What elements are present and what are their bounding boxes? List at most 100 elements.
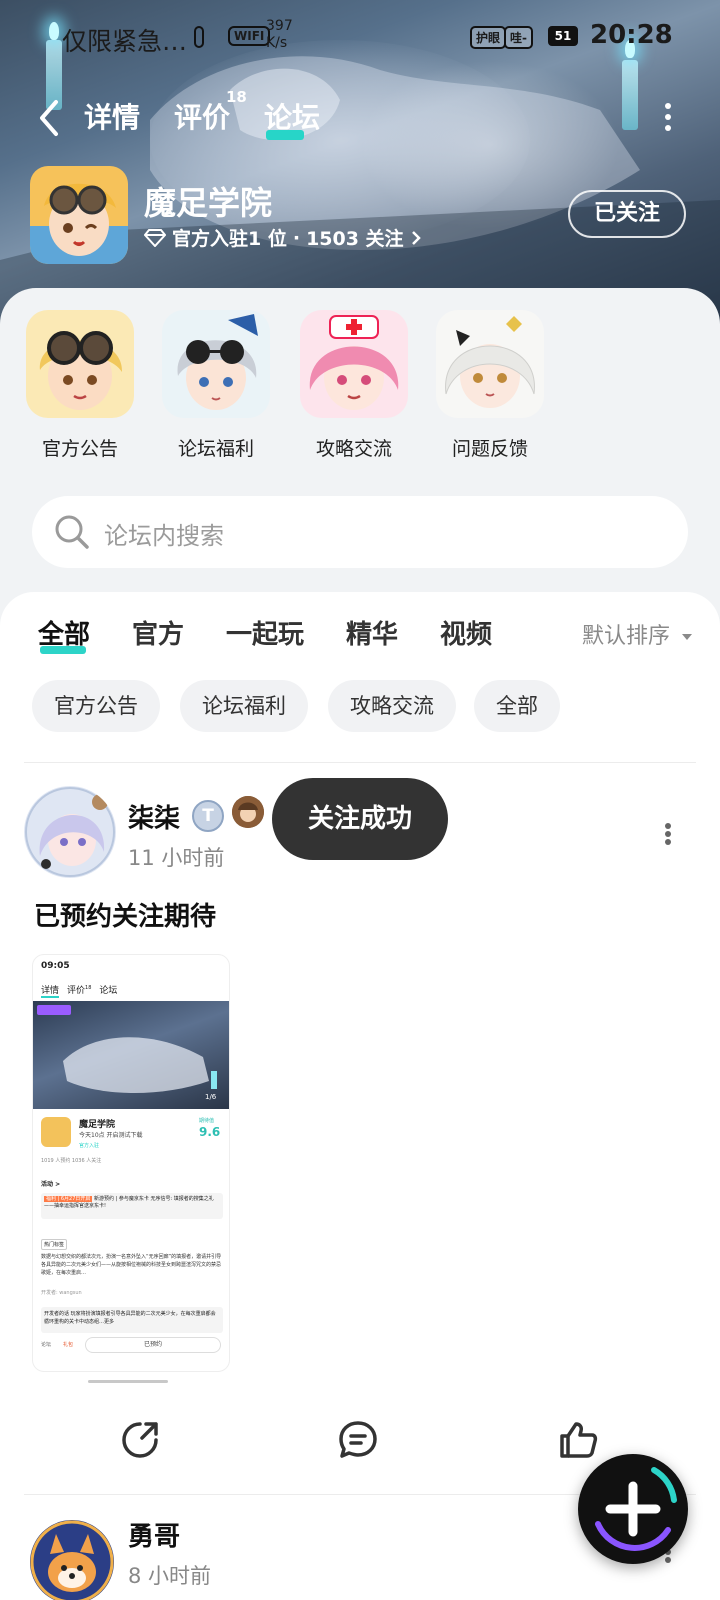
chip-welfare[interactable]: 论坛福利	[180, 680, 308, 732]
thumb-game-icon	[41, 1117, 71, 1147]
search-icon	[55, 515, 89, 549]
feed-tab-featured[interactable]: 精华	[346, 614, 398, 651]
game-header: 魔足学院 官方入驻1 位 · 1503 关注 已关注	[30, 166, 690, 266]
battery-icon: 51	[548, 26, 578, 46]
tab-details[interactable]: 详情	[84, 96, 140, 136]
post-time: 11 小时前	[128, 846, 225, 870]
thumb-tab-label: 评价	[67, 986, 86, 996]
thumb-tab: 论坛	[99, 986, 118, 996]
image-scroll-indicator	[88, 1380, 168, 1383]
category-label: 攻略交流	[315, 438, 392, 460]
category-label: 官方公告	[41, 438, 118, 460]
sunglasses-girl-avatar-icon	[162, 310, 270, 418]
avatar[interactable]	[30, 1520, 114, 1600]
thumb-score-label: 期待值	[199, 1118, 215, 1124]
sim-icon	[194, 26, 204, 48]
status-bar: 仅限紧急… WIFI 397 K/s 护眼 哇- 51 20:28	[0, 18, 720, 56]
feed-tab-official[interactable]: 官方	[132, 614, 184, 651]
category-strategy[interactable]: 攻略交流	[294, 310, 414, 461]
thumb-event-tag: 福利 | 6月27日开启	[44, 1196, 93, 1202]
followed-button[interactable]: 已关注	[568, 190, 686, 238]
feed-tab-video[interactable]: 视频	[440, 614, 492, 651]
category-announcements[interactable]: 官方公告	[20, 310, 140, 461]
sort-label: 默认排序	[582, 624, 671, 649]
thumb-dev-note: 开发者的话 玩家将扮演填报者引导各具异能的二次元美少女，在每次重启都会循环重构的…	[41, 1307, 223, 1333]
chevron-right-icon	[411, 230, 421, 245]
avatar[interactable]	[24, 786, 116, 878]
chip-strategy[interactable]: 攻略交流	[328, 680, 456, 732]
wifi-icon: WIFI	[228, 26, 271, 46]
more-options-icon[interactable]	[664, 102, 672, 132]
thumb-developer: 开发者: wangsun	[41, 1290, 82, 1296]
goggles-girl-avatar-icon	[26, 310, 134, 418]
thumb-page-indicator: 1/6	[205, 1093, 217, 1101]
thumb-subtitle: 今天10点 开启测试下载	[79, 1132, 143, 1139]
nurse-girl-avatar-icon	[300, 310, 408, 418]
thumb-game-name: 魔足学院	[79, 1120, 116, 1130]
thumb-activity: 活动 >	[41, 1181, 61, 1188]
search-placeholder: 论坛内搜索	[104, 522, 224, 550]
feed-tab-play-together[interactable]: 一起玩	[226, 614, 304, 651]
forum-search-bar[interactable]: 论坛内搜索	[32, 496, 688, 568]
thumb-bottom-mid: 礼包	[63, 1342, 74, 1348]
thumb-event: 福利 | 6月27日开启 新游预约 | 参与魔京东卡 无序信号: 填报者的搜集之…	[41, 1193, 223, 1219]
thumb-bottom-left: 论坛	[41, 1342, 52, 1348]
thumb-banner: 1/6	[33, 1001, 229, 1109]
thumb-tab: 详情	[41, 983, 60, 998]
speed-unit: K/s	[266, 35, 288, 51]
sound-icon: 哇-	[504, 26, 533, 49]
back-icon[interactable]	[34, 98, 64, 138]
feed-tab-all[interactable]: 全部	[38, 614, 90, 651]
post-author[interactable]: 柒柒	[128, 798, 180, 835]
follow-success-toast: 关注成功	[272, 778, 448, 860]
game-name: 魔足学院	[144, 184, 273, 222]
category-row: 官方公告 论坛福利 攻略交流 问题反馈	[0, 310, 720, 470]
official-count: 官方入驻1 位	[172, 228, 287, 250]
thumb-tab-badge: 18	[85, 985, 92, 991]
category-welfare[interactable]: 论坛福利	[156, 310, 276, 461]
eye-care-icon: 护眼	[470, 26, 507, 49]
meta-separator: ·	[292, 226, 301, 249]
header-banner: 仅限紧急… WIFI 397 K/s 护眼 哇- 51 20:28 详情 评价 …	[0, 0, 720, 330]
level-badge-icon: T	[192, 800, 224, 832]
fan-badge-icon	[232, 796, 264, 828]
game-icon[interactable]	[30, 166, 128, 264]
post-author[interactable]: 勇哥	[128, 1516, 180, 1553]
white-hair-girl-avatar-icon	[436, 310, 544, 418]
category-label: 论坛福利	[177, 438, 254, 460]
diamond-icon	[144, 228, 166, 247]
chip-all[interactable]: 全部	[474, 680, 560, 732]
follower-count: 1503 关注	[306, 228, 404, 250]
post-image[interactable]: 09:05 详情 评价18 论坛 1/6 魔足学院 今天10点 开启测试下载 官…	[32, 954, 230, 1372]
caret-down-icon	[682, 634, 693, 640]
network-speed: 397 K/s	[266, 18, 293, 52]
tab-reviews[interactable]: 评价	[174, 96, 230, 136]
tab-forum[interactable]: 论坛	[264, 96, 320, 136]
divider	[24, 762, 696, 763]
share-icon[interactable]	[118, 1418, 162, 1462]
game-meta[interactable]: 官方入驻1 位 · 1503 关注	[144, 224, 422, 251]
sort-dropdown[interactable]: 默认排序	[582, 618, 693, 650]
thumb-editor-tag: 热门标签	[41, 1239, 68, 1250]
thumb-description: 数据与幻想交织的都法次元，扮演一名意外坠入“无序回廊”的填报者，邀请并引导各具异…	[41, 1254, 222, 1276]
top-nav: 详情 评价 18 论坛	[0, 88, 720, 142]
plus-icon	[595, 1467, 677, 1551]
thumb-score: 9.6	[199, 1125, 221, 1139]
reviews-count-badge: 18	[226, 88, 247, 106]
clock: 20:28	[590, 20, 673, 50]
speed-value: 397	[266, 18, 293, 34]
chip-announcements[interactable]: 官方公告	[32, 680, 160, 732]
thumb-time: 09:05	[41, 961, 70, 971]
comment-icon[interactable]	[336, 1418, 380, 1462]
thumb-reserved-button: 已预约	[85, 1337, 221, 1353]
thumb-tab: 评价18	[67, 983, 91, 998]
thumb-official: 官方入驻	[79, 1143, 100, 1149]
category-feedback[interactable]: 问题反馈	[430, 310, 550, 461]
post-more-icon[interactable]	[664, 822, 672, 846]
create-post-button[interactable]	[578, 1454, 688, 1564]
post-title[interactable]: 已预约关注期待	[34, 896, 216, 933]
thumb-stats: 1019 人预约 1036 人关注	[41, 1158, 102, 1164]
category-label: 问题反馈	[451, 438, 528, 460]
thumb-tabs: 详情 评价18 论坛	[41, 983, 117, 998]
post-time: 8 小时前	[128, 1564, 212, 1588]
